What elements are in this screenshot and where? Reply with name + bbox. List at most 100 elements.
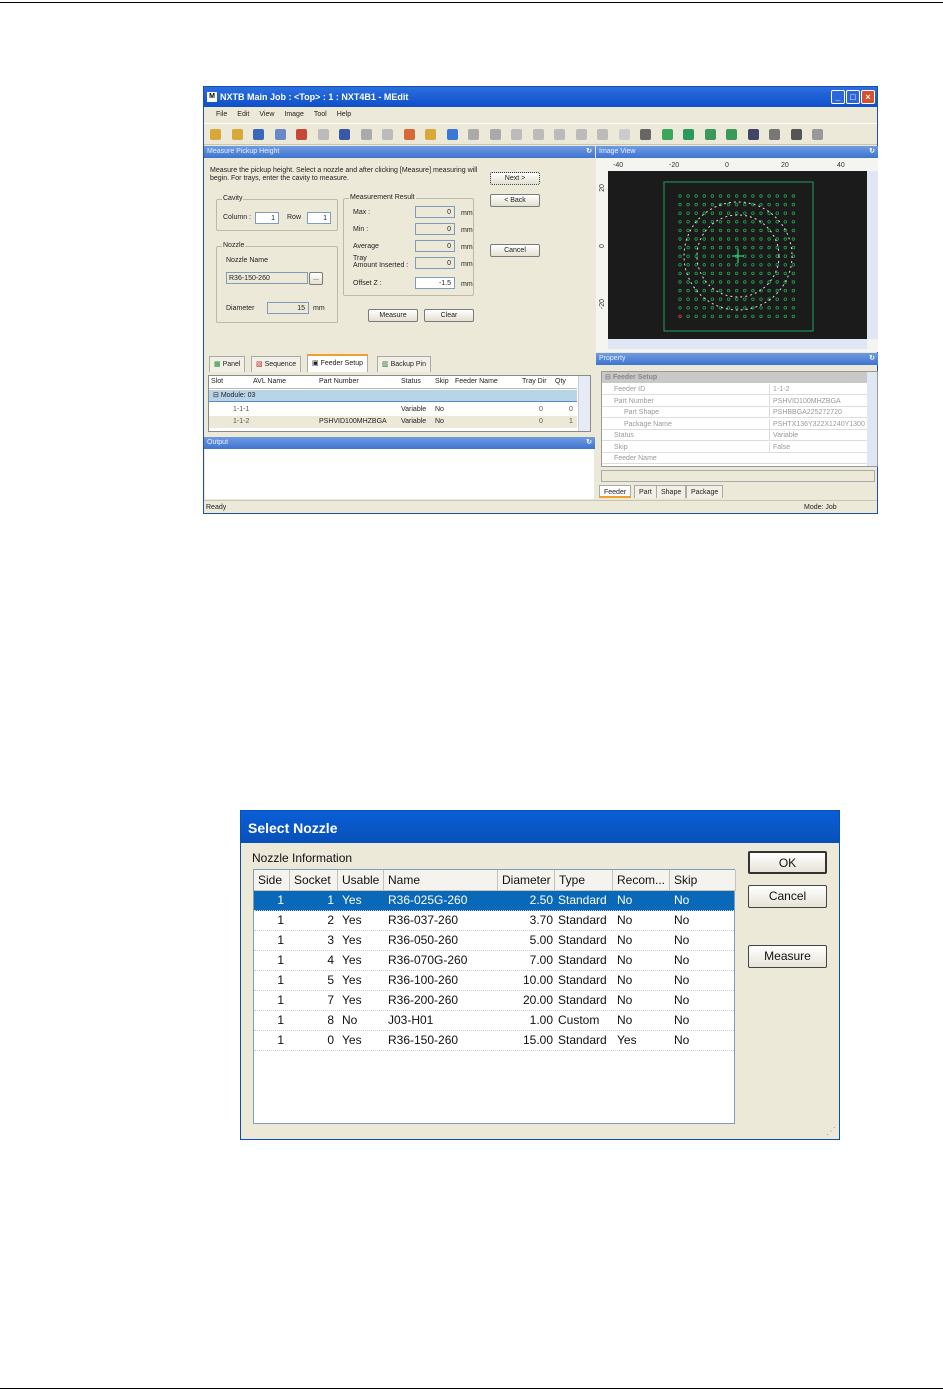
toolbar-button-icon[interactable] — [382, 129, 393, 140]
menu-image[interactable]: Image — [284, 111, 303, 118]
browse-nozzle-button[interactable]: ... — [309, 272, 323, 285]
table-row[interactable]: 1-1-2 PSHVID100MHZBGA Variable No 0 1 — [209, 416, 577, 428]
back-button[interactable]: < Back — [490, 194, 540, 207]
column-header[interactable]: Part Number — [319, 378, 359, 385]
table-row[interactable]: 1-1-1 Variable No 0 0 — [209, 404, 577, 416]
cancel-button[interactable]: Cancel — [748, 885, 827, 908]
property-row[interactable]: Status Variable — [602, 430, 867, 441]
tab-backup-pin[interactable]: ▥ Backup Pin — [377, 356, 431, 372]
toolbar-button-icon[interactable] — [812, 129, 823, 140]
column-header[interactable]: Usable — [338, 870, 384, 891]
column-header[interactable]: Name — [384, 870, 498, 891]
clear-button[interactable]: Clear — [424, 309, 474, 322]
property-category[interactable]: ⊟ Feeder Setup — [602, 372, 867, 383]
collapse-icon[interactable]: ⊟ — [605, 374, 613, 381]
toolbar-button-icon[interactable] — [640, 129, 651, 140]
output-area[interactable] — [205, 449, 594, 499]
toolbar-button-icon[interactable] — [769, 129, 780, 140]
column-input[interactable]: 1 — [255, 212, 279, 224]
row-input[interactable]: 1 — [307, 212, 331, 224]
vertical-scrollbar[interactable] — [578, 376, 590, 431]
measure-button[interactable]: Measure — [748, 945, 827, 968]
image-view-canvas[interactable]: -40 -20 0 20 40 20 0 -20 — [596, 158, 878, 352]
table-row[interactable]: 1 2 Yes R36-037-260 3.70 Standard No No — [254, 911, 734, 931]
toolbar-button-icon[interactable] — [726, 129, 737, 140]
pin-icon[interactable]: ↻ — [586, 437, 592, 449]
collapse-icon[interactable]: ⊟ — [213, 392, 221, 399]
property-row[interactable]: Package Name PSHTX136Y322X1240Y1300 — [602, 418, 867, 430]
toolbar-button-icon[interactable] — [661, 129, 673, 140]
toolbar-button-icon[interactable] — [339, 129, 350, 140]
toolbar-button-icon[interactable] — [489, 129, 501, 140]
maximize-button[interactable]: □ — [846, 90, 860, 104]
horizontal-scrollbar[interactable] — [608, 339, 867, 349]
next-button[interactable]: Next > — [490, 172, 540, 185]
table-row[interactable]: 1 3 Yes R36-050-260 5.00 Standard No No — [254, 931, 734, 951]
cancel-button[interactable]: Cancel — [490, 244, 540, 257]
tab-sequence[interactable]: ▧ Sequence — [251, 356, 302, 372]
toolbar-button-icon[interactable] — [210, 129, 221, 140]
ok-button[interactable]: OK — [748, 851, 827, 874]
toolbar-button-icon[interactable] — [683, 129, 694, 140]
tab-panel[interactable]: ▦ Panel — [209, 356, 246, 372]
column-header[interactable]: Tray Dir — [522, 378, 547, 385]
toolbar-button-icon[interactable] — [231, 129, 243, 140]
menu-tool[interactable]: Tool — [314, 111, 327, 118]
toolbar-button-icon[interactable] — [704, 129, 716, 140]
column-header[interactable]: Side — [254, 870, 290, 891]
column-header[interactable]: Socket — [290, 870, 338, 891]
pin-icon[interactable]: ↻ — [586, 146, 592, 158]
tab-feeder-setup[interactable]: ▣ Feeder Setup — [307, 354, 368, 372]
table-row[interactable]: 1 4 Yes R36-070G-260 7.00 Standard No No — [254, 951, 734, 971]
property-row[interactable]: Feeder ID 1-1-2 — [602, 384, 867, 395]
toolbar-button-icon[interactable] — [747, 129, 759, 140]
pin-icon[interactable]: ↻ — [869, 353, 875, 365]
toolbar-button-icon[interactable] — [446, 129, 458, 140]
pin-icon[interactable]: ↻ — [869, 146, 875, 158]
table-row[interactable]: 1 0 Yes R36-150-260 15.00 Standard Yes No — [254, 1031, 734, 1051]
column-header[interactable]: Slot — [211, 378, 223, 385]
column-header[interactable]: Recom... — [613, 870, 670, 891]
toolbar-button-icon[interactable] — [790, 129, 802, 140]
property-row[interactable]: Skip False — [602, 441, 867, 453]
property-tab-part[interactable]: Part — [634, 485, 657, 498]
toolbar-button-icon[interactable] — [597, 129, 608, 140]
menu-help[interactable]: Help — [337, 111, 351, 118]
table-row[interactable]: 1 5 Yes R36-100-260 10.00 Standard No No — [254, 971, 734, 991]
vertical-scrollbar[interactable] — [867, 171, 878, 339]
toolbar-button-icon[interactable] — [618, 129, 630, 140]
property-tab-feeder[interactable]: Feeder — [599, 485, 632, 498]
toolbar-button-icon[interactable] — [511, 129, 522, 140]
toolbar-button-icon[interactable] — [274, 129, 286, 140]
column-header[interactable]: Skip — [670, 870, 736, 891]
measure-button[interactable]: Measure — [368, 309, 418, 322]
minimize-button[interactable]: _ — [831, 90, 845, 104]
column-header[interactable]: Type — [555, 870, 613, 891]
column-header[interactable]: AVL Name — [253, 378, 286, 385]
table-row[interactable]: 1 1 Yes R36-025G-260 2.50 Standard No No — [254, 891, 734, 911]
toolbar-button-icon[interactable] — [575, 129, 587, 140]
column-header[interactable]: Feeder Name — [455, 378, 498, 385]
resize-grip-icon[interactable]: ⋰ — [826, 1126, 836, 1137]
close-button[interactable]: × — [861, 90, 875, 104]
offset-z-input[interactable]: -1.5 — [415, 277, 455, 289]
table-row[interactable]: 1 8 No J03-H01 1.00 Custom No No — [254, 1011, 734, 1031]
table-row[interactable]: 1 7 Yes R36-200-260 20.00 Standard No No — [254, 991, 734, 1011]
column-header[interactable]: Diameter — [498, 870, 555, 891]
module-group-row[interactable]: ⊟ Module: 03 — [209, 390, 577, 402]
column-header[interactable]: Skip — [435, 378, 449, 385]
toolbar-button-icon[interactable] — [360, 129, 372, 140]
menu-edit[interactable]: Edit — [237, 111, 249, 118]
toolbar-button-icon[interactable] — [468, 129, 479, 140]
menu-view[interactable]: View — [259, 111, 274, 118]
property-tab-package[interactable]: Package — [686, 485, 724, 498]
toolbar-button-icon[interactable] — [532, 129, 544, 140]
toolbar-button-icon[interactable] — [317, 129, 329, 140]
column-header[interactable]: Qty — [555, 378, 566, 385]
property-row[interactable]: Part Number PSHVID100MHZBGA — [602, 395, 867, 407]
property-row[interactable]: Feeder Name — [602, 453, 867, 464]
toolbar-button-icon[interactable] — [403, 129, 415, 140]
menu-file[interactable]: File — [216, 111, 227, 118]
toolbar-button-icon[interactable] — [253, 129, 264, 140]
toolbar-button-icon[interactable] — [425, 129, 436, 140]
